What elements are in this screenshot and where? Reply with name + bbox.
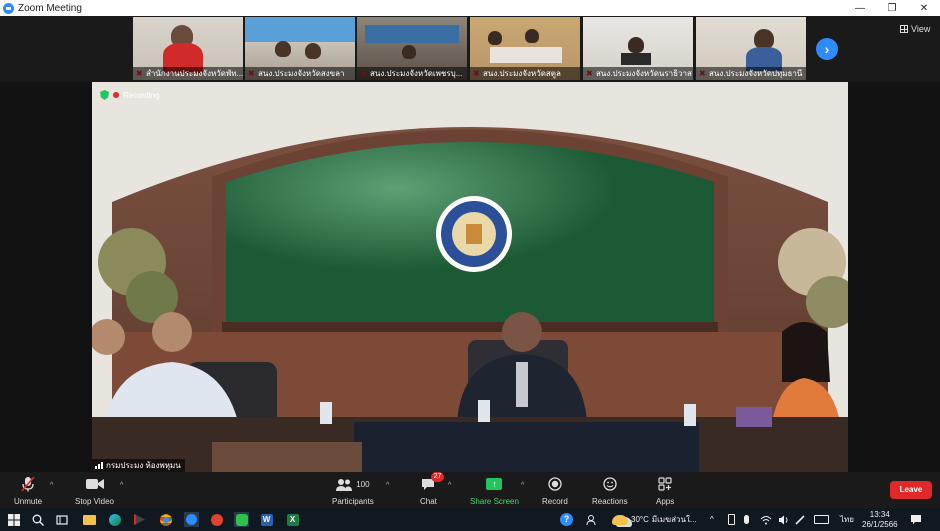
participant-name: สนง.ประมงจังหวัดปทุมธานี bbox=[696, 67, 806, 80]
share-screen-icon: ↑ bbox=[486, 474, 503, 494]
keyboard-icon[interactable] bbox=[814, 508, 829, 531]
apps-icon bbox=[658, 474, 672, 494]
chat-button[interactable]: 27 Chat bbox=[420, 472, 445, 506]
unmute-button[interactable]: Unmute bbox=[14, 474, 42, 506]
media-player-icon[interactable] bbox=[132, 512, 147, 527]
stop-video-button[interactable]: Stop Video bbox=[75, 474, 114, 506]
window-title: Zoom Meeting bbox=[18, 2, 82, 14]
apps-label: Apps bbox=[656, 497, 675, 506]
record-icon bbox=[548, 474, 562, 494]
next-page-button[interactable]: › bbox=[816, 38, 838, 60]
speaker-name-tag: กรมประมง ห้องพหุมน bbox=[92, 459, 185, 472]
windows-start-icon[interactable] bbox=[6, 512, 21, 527]
audio-options-caret-icon[interactable]: ^ bbox=[50, 482, 53, 489]
minimize-button[interactable]: — bbox=[844, 0, 876, 16]
microphone-icon[interactable] bbox=[744, 508, 749, 531]
clock-time: 13:34 bbox=[869, 510, 890, 519]
zoom-window: Zoom Meeting — ❐ ✕ ✖ สำนักงานประมงจังหวั… bbox=[0, 0, 940, 531]
recording-dot-icon bbox=[113, 92, 119, 98]
participant-name: สนง.ประมงจังหวัดสตูล bbox=[470, 67, 580, 80]
participant-tile[interactable]: ✖ สนง.ประมงจังหวัดนราธิวาส bbox=[583, 17, 693, 80]
taskbar-clock[interactable]: 13:34 26/1/2566 bbox=[862, 510, 898, 530]
line-app-icon[interactable] bbox=[234, 512, 249, 527]
participant-tile[interactable]: ✖ สนง.ประมงจังหวัดสงขลา bbox=[245, 17, 355, 80]
view-button[interactable]: View bbox=[900, 24, 930, 34]
edge-browser-icon[interactable] bbox=[107, 512, 122, 527]
restore-button[interactable]: ❐ bbox=[876, 0, 908, 16]
stop-video-label: Stop Video bbox=[75, 497, 114, 506]
app-red-icon[interactable] bbox=[209, 512, 224, 527]
speaker-name: กรมประมง ห้องพหุมน bbox=[106, 461, 181, 470]
participant-name: สำนักงานประมงจังหวัดพัท... bbox=[133, 67, 243, 80]
task-view-icon[interactable] bbox=[54, 512, 69, 527]
conference-room-scene bbox=[92, 82, 848, 472]
window-controls: — ❐ ✕ bbox=[844, 0, 940, 16]
weather-temperature: 30°C bbox=[631, 515, 649, 524]
leave-button[interactable]: Leave bbox=[890, 481, 932, 499]
phone-icon[interactable] bbox=[728, 508, 735, 531]
chat-options-caret-icon[interactable]: ^ bbox=[448, 482, 451, 489]
zoom-taskbar-icon[interactable] bbox=[184, 512, 199, 527]
participants-count: 100 bbox=[356, 479, 370, 489]
pen-icon[interactable] bbox=[794, 508, 806, 531]
chat-unread-badge: 27 bbox=[430, 472, 445, 482]
grid-icon bbox=[900, 25, 908, 33]
smiley-icon bbox=[603, 474, 617, 494]
people-icon[interactable] bbox=[586, 508, 598, 531]
excel-app-icon[interactable]: X bbox=[285, 512, 300, 527]
participant-name: สนง.ประมงจังหวัดนราธิวาส bbox=[583, 67, 693, 80]
muted-microphone-icon bbox=[21, 474, 35, 494]
video-camera-icon bbox=[85, 474, 104, 494]
shield-icon bbox=[100, 90, 109, 100]
meeting-toolbar: Unmute ^ Stop Video ^ 100 Participants ^… bbox=[0, 472, 940, 508]
participant-tile[interactable]: ✖ สนง.ประมงจังหวัดปทุมธานี bbox=[696, 17, 806, 80]
word-app-icon[interactable]: W bbox=[259, 512, 274, 527]
speaker-icon[interactable] bbox=[778, 508, 790, 531]
chat-bubble-icon: 27 bbox=[421, 472, 445, 494]
participants-label: Participants bbox=[332, 497, 374, 506]
share-screen-label: Share Screen bbox=[470, 497, 519, 506]
file-explorer-icon[interactable] bbox=[82, 512, 97, 527]
search-icon[interactable] bbox=[30, 512, 45, 527]
view-label: View bbox=[911, 24, 931, 34]
participant-tile[interactable]: ✖ สนง.ประมงจังหวัดสตูล bbox=[470, 17, 580, 80]
main-video[interactable]: Recording bbox=[92, 82, 848, 472]
wifi-icon[interactable] bbox=[760, 508, 772, 531]
participant-tile[interactable]: ✖ สำนักงานประมงจังหวัดพัท... bbox=[133, 17, 243, 80]
participants-button[interactable]: 100 Participants bbox=[332, 474, 374, 506]
unmute-label: Unmute bbox=[14, 497, 43, 506]
video-options-caret-icon[interactable]: ^ bbox=[120, 482, 123, 489]
signal-bars-icon bbox=[95, 462, 103, 469]
windows-taskbar: W X ? 30°C มีเมฆส่วนใ... ^ ไทย 13:34 26/… bbox=[0, 508, 940, 531]
zoom-app-icon bbox=[3, 2, 14, 14]
input-language[interactable]: ไทย bbox=[840, 508, 854, 531]
participant-name: สนง.ประมงจังหวัดสงขลา bbox=[245, 67, 355, 80]
participants-icon: 100 bbox=[336, 474, 370, 494]
chrome-browser-icon[interactable] bbox=[158, 512, 173, 527]
participants-options-caret-icon[interactable]: ^ bbox=[386, 482, 389, 489]
weather-description: มีเมฆส่วนใ... bbox=[651, 515, 697, 524]
weather-cloud-icon bbox=[612, 514, 628, 525]
help-icon[interactable]: ? bbox=[560, 508, 573, 531]
notifications-icon[interactable] bbox=[910, 508, 922, 531]
apps-button[interactable]: Apps bbox=[656, 474, 674, 506]
show-hidden-icons-chevron-icon[interactable]: ^ bbox=[710, 508, 714, 531]
clock-date: 26/1/2566 bbox=[862, 520, 898, 529]
chat-label: Chat bbox=[420, 497, 437, 506]
participant-tile[interactable]: ✖ สนง.ประมงจังหวัดเพชรบุ... bbox=[357, 17, 467, 80]
share-options-caret-icon[interactable]: ^ bbox=[521, 482, 524, 489]
reactions-button[interactable]: Reactions bbox=[592, 474, 628, 506]
title-bar: Zoom Meeting — ❐ ✕ bbox=[0, 0, 940, 16]
gallery-strip: ✖ สำนักงานประมงจังหวัดพัท... ✖ สนง.ประมง… bbox=[0, 16, 940, 82]
weather-widget[interactable]: 30°C มีเมฆส่วนใ... bbox=[612, 508, 697, 531]
record-button[interactable]: Record bbox=[542, 474, 568, 506]
reactions-label: Reactions bbox=[592, 497, 628, 506]
close-button[interactable]: ✕ bbox=[908, 0, 940, 16]
recording-label: Recording bbox=[123, 90, 160, 100]
recording-indicator: Recording bbox=[100, 90, 159, 100]
participant-name: สนง.ประมงจังหวัดเพชรบุ... bbox=[357, 67, 467, 80]
record-label: Record bbox=[542, 497, 568, 506]
share-screen-button[interactable]: ↑ Share Screen bbox=[470, 474, 519, 506]
